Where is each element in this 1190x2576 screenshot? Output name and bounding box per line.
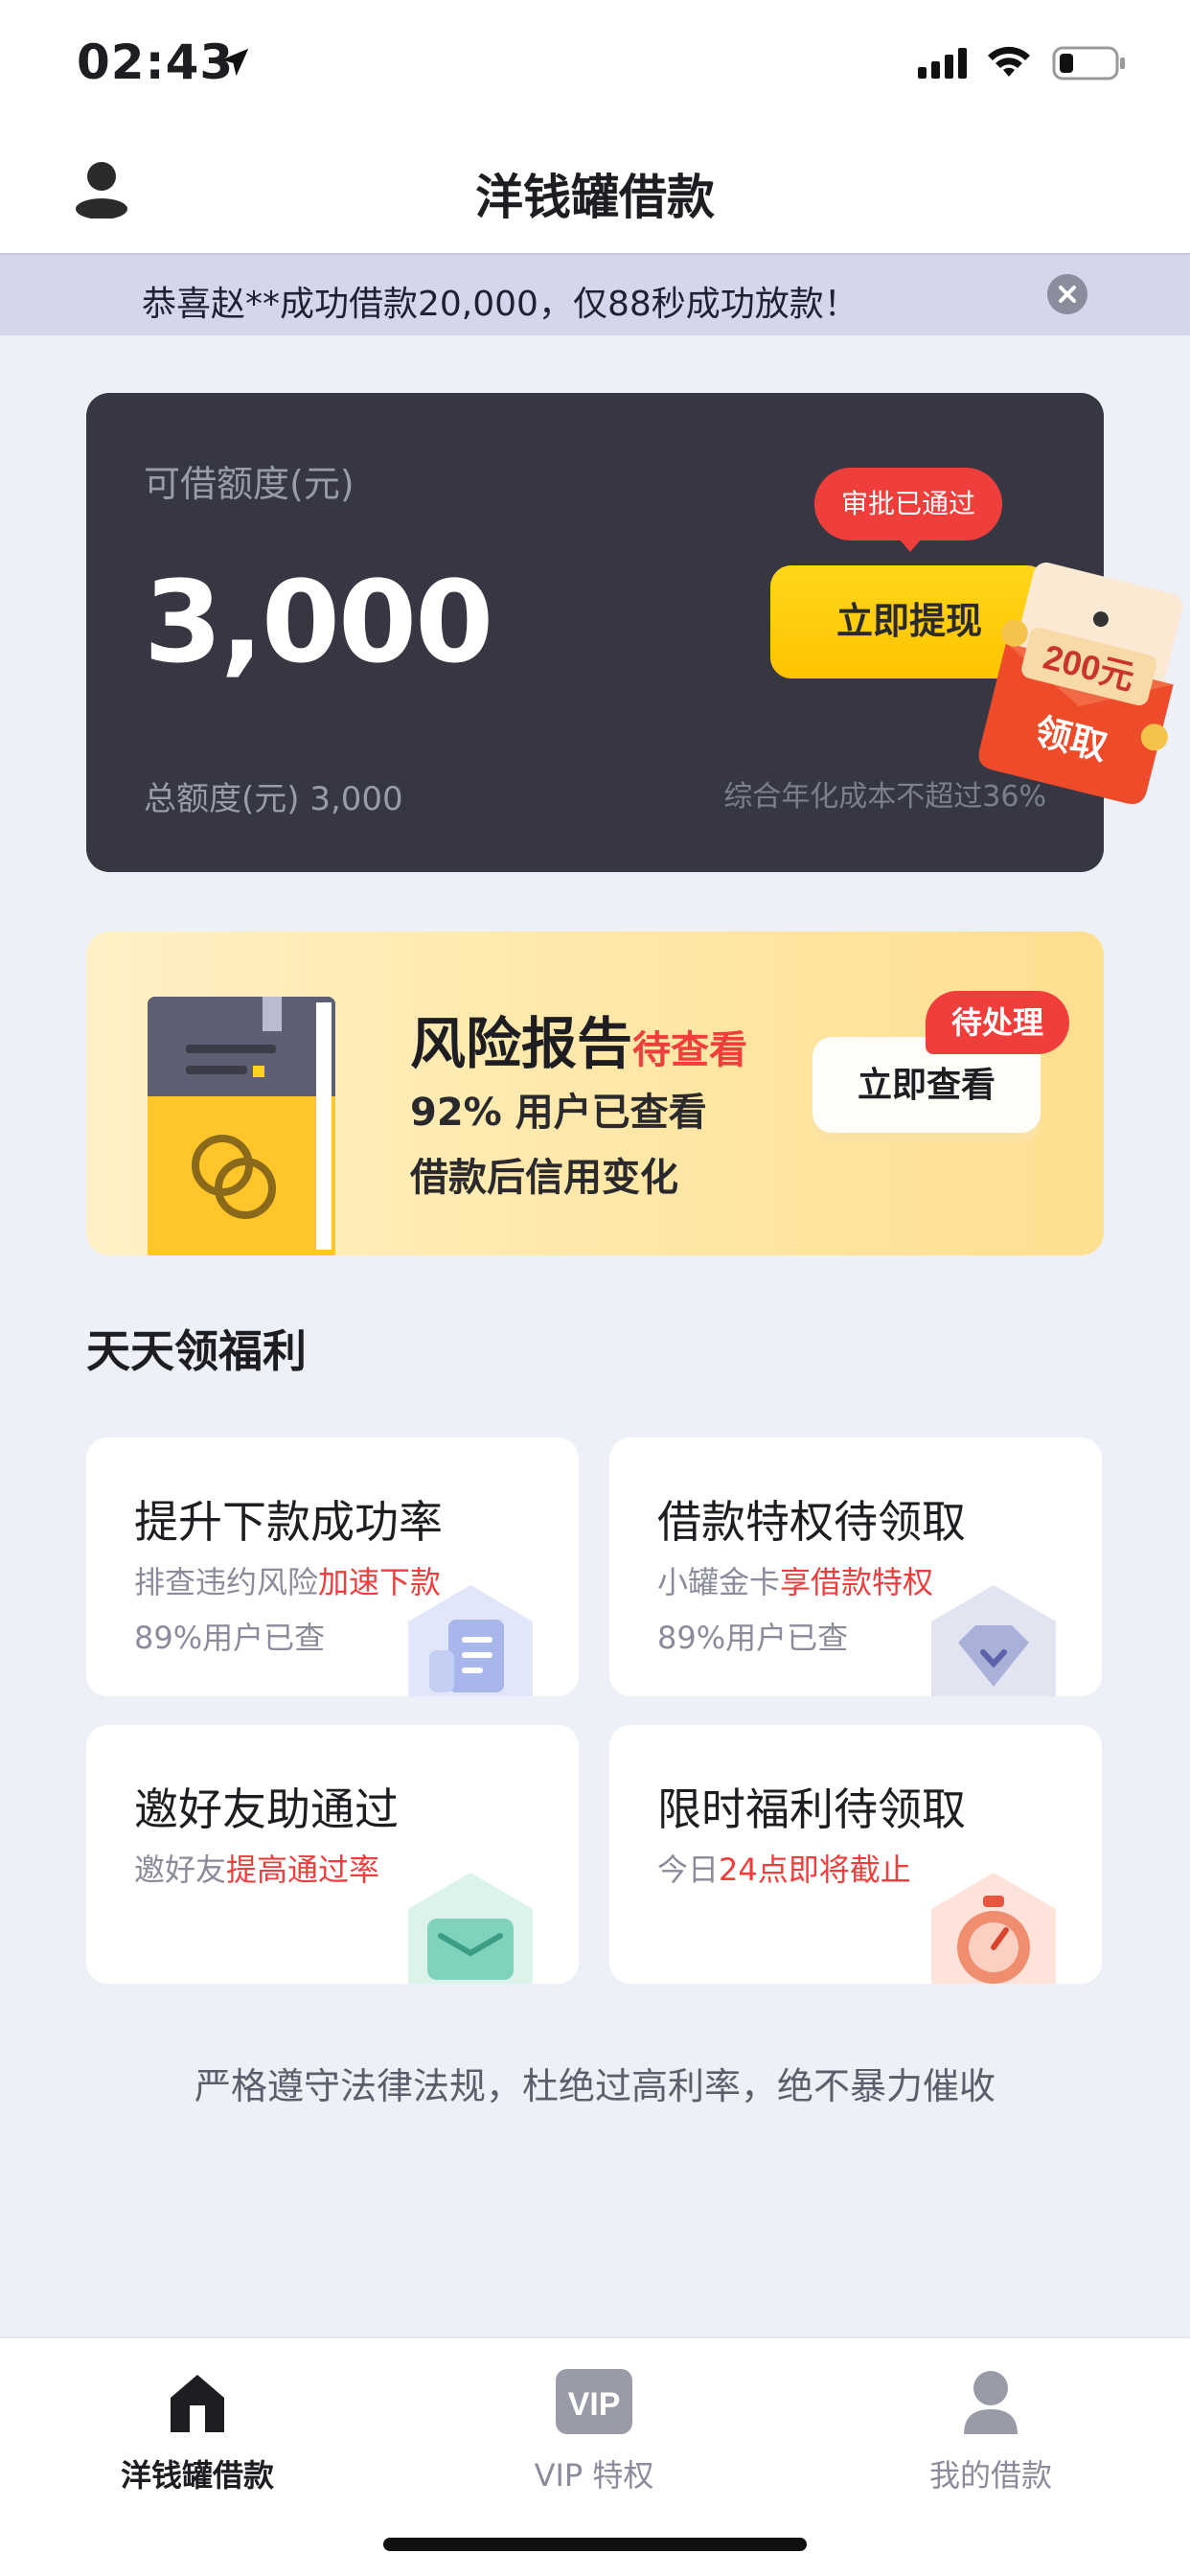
- risk-report-banner[interactable]: 风险报告待查看 92% 用户已查看 借款后信用变化 立即查看 待处理: [86, 932, 1104, 1255]
- tile-title: 提升下款成功率: [134, 1496, 443, 1548]
- tab-vip[interactable]: VIP VIP 特权: [450, 2359, 738, 2503]
- welfare-tile-privilege[interactable]: 借款特权待领取 小罐金卡享借款特权 89%用户已查: [609, 1438, 1102, 1696]
- tile-subtitle-highlight: 享借款特权: [780, 1564, 934, 1600]
- tile-subtitle-plain: 小罐金卡: [657, 1564, 781, 1600]
- tab-label: 洋钱罐借款: [120, 2457, 274, 2494]
- tile-subtitle: 排查违约风险加速下款: [134, 1558, 441, 1602]
- close-icon[interactable]: [1047, 274, 1087, 314]
- stopwatch-icon: [931, 1873, 1056, 1984]
- envelope-icon: [408, 1873, 533, 1984]
- tile-title: 限时福利待领取: [657, 1783, 966, 1835]
- tile-subtitle: 今日24点即将截止: [657, 1846, 911, 1890]
- cellular-signal-icon: [918, 48, 967, 79]
- tab-label: VIP 特权: [534, 2457, 654, 2494]
- battery-icon: [1052, 46, 1125, 80]
- risk-report-title: 风险报告待查看: [410, 999, 747, 1079]
- risk-status: 待查看: [632, 1028, 748, 1072]
- tile-subtitle-highlight: 提高通过率: [226, 1852, 380, 1888]
- vip-icon: VIP: [556, 2369, 632, 2434]
- person-icon: [964, 2371, 1018, 2434]
- available-credit-amount: 3,000: [144, 556, 493, 688]
- home-indicator: [383, 2538, 807, 2551]
- svg-text:VIP: VIP: [568, 2386, 621, 2423]
- tile-subtitle-plain: 今日: [657, 1852, 720, 1888]
- tab-label: 我的借款: [928, 2457, 1052, 2494]
- header-area: 02:43 洋钱罐借款: [0, 0, 1190, 253]
- rate-note: 综合年化成本不超过36%: [723, 780, 1046, 814]
- tile-subtitle: 邀好友提高通过率: [134, 1846, 379, 1890]
- tab-my-loans[interactable]: 我的借款: [847, 2359, 1134, 2503]
- welfare-tile-limited-offer[interactable]: 限时福利待领取 今日24点即将截止: [609, 1725, 1102, 1984]
- loan-success-notice: 恭喜赵**成功借款20,000，仅88秒成功放款！: [0, 253, 1190, 335]
- risk-title-text: 风险报告: [410, 1011, 633, 1076]
- wifi-icon: [988, 46, 1030, 77]
- tile-title: 邀好友助通过: [134, 1783, 399, 1835]
- report-book-icon: [148, 997, 335, 1255]
- tile-subtitle-plain: 邀好友: [134, 1852, 227, 1888]
- diamond-icon: [931, 1585, 1056, 1696]
- approval-badge: 审批已通过: [814, 468, 1002, 552]
- status-time: 02:43: [77, 34, 235, 90]
- risk-line-viewed: 92% 用户已查看: [410, 1091, 707, 1135]
- available-credit-label: 可借额度(元): [144, 463, 355, 505]
- compliance-note: 严格遵守法律法规，杜绝过高利率，绝不暴力催收: [194, 2065, 995, 2107]
- tile-subtitle-2: 89%用户已查: [134, 1620, 326, 1656]
- document-icon: [408, 1585, 533, 1696]
- tile-subtitle-plain: 排查违约风险: [134, 1564, 319, 1600]
- pending-tag: 待处理: [926, 991, 1069, 1054]
- page-title: 洋钱罐借款: [475, 170, 715, 225]
- tile-subtitle: 小罐金卡享借款特权: [657, 1558, 933, 1602]
- notice-text: 恭喜赵**成功借款20,000，仅88秒成功放款！: [142, 285, 858, 324]
- welfare-tile-success-rate[interactable]: 提升下款成功率 排查违约风险加速下款 89%用户已查: [86, 1438, 579, 1696]
- welfare-tile-invite[interactable]: 邀好友助通过 邀好友提高通过率: [86, 1725, 579, 1984]
- tile-title: 借款特权待领取: [657, 1496, 966, 1548]
- app-screen: 02:43 洋钱罐借款 恭喜赵**成功借款20,000，仅88秒成功放款！ 可借…: [0, 0, 1190, 2576]
- tile-subtitle-2: 89%用户已查: [657, 1620, 849, 1656]
- location-arrow-icon: [220, 48, 249, 77]
- risk-line-change: 借款后信用变化: [410, 1156, 678, 1200]
- tile-subtitle-highlight: 24点即将截止: [719, 1852, 911, 1888]
- home-icon: [171, 2375, 224, 2432]
- total-credit: 总额度(元) 3,000: [144, 780, 403, 818]
- tab-loan-home[interactable]: 洋钱罐借款: [54, 2359, 341, 2503]
- welfare-section-title: 天天领福利: [86, 1325, 307, 1377]
